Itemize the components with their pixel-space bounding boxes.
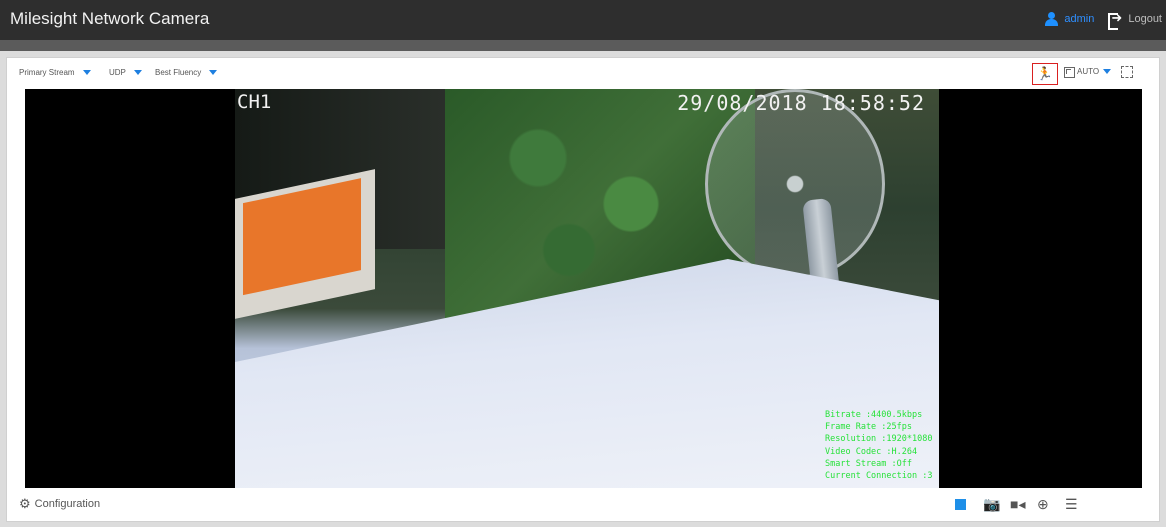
osd-channel: CH1 <box>237 91 272 113</box>
chevron-down-icon <box>133 70 142 75</box>
ratio-select[interactable]: AUTO <box>1077 67 1112 76</box>
gear-icon: ⚙ <box>19 496 31 511</box>
fullscreen-icon[interactable] <box>1121 66 1133 78</box>
motion-detection-button[interactable]: 🏃 <box>1032 63 1058 85</box>
configuration-label: Configuration <box>34 498 101 510</box>
user-link[interactable]: admin <box>1064 13 1094 25</box>
nav-strip <box>0 40 1166 51</box>
osd-stat-line: Video Codec :H.264 <box>825 446 918 457</box>
user-icon <box>1045 12 1059 26</box>
scene-fan <box>705 89 885 279</box>
protocol-select[interactable]: UDP <box>109 68 142 77</box>
osd-stat-line: Current Connection :3 <box>825 471 933 482</box>
osd-stat-line: Bitrate :4400.5kbps <box>825 410 923 420</box>
protocol-select-label: UDP <box>109 68 126 77</box>
live-view-toolbar: Primary Stream UDP Best Fluency 🏃 AUTO <box>7 58 1159 88</box>
video-player[interactable]: CH1 29/08/2018 18:58:52 Bitrate :4400.5k… <box>25 89 1142 488</box>
stream-select[interactable]: Primary Stream <box>19 68 91 77</box>
chevron-down-icon <box>82 70 91 75</box>
stream-select-label: Primary Stream <box>19 68 75 77</box>
image-settings-icon[interactable]: ☰ <box>1065 496 1078 513</box>
logout-link[interactable]: Logout <box>1128 13 1162 25</box>
live-view-bottom-bar: ⚙ Configuration 📷 ■◂ ⊕ ☰ <box>7 490 1159 522</box>
osd-timestamp: 29/08/2018 18:58:52 <box>677 91 925 115</box>
fluency-select[interactable]: Best Fluency <box>155 68 218 77</box>
fluency-select-label: Best Fluency <box>155 68 202 77</box>
zoom-in-icon[interactable]: ⊕ <box>1037 496 1049 513</box>
live-view-panel: Primary Stream UDP Best Fluency 🏃 AUTO C… <box>6 57 1160 522</box>
record-icon[interactable]: ■◂ <box>1010 496 1025 513</box>
osd-stat-line: Smart Stream :Off <box>825 458 912 469</box>
top-bar: Milesight Network Camera admin Logout <box>0 0 1166 40</box>
scene-monitor-screen <box>243 178 361 296</box>
running-man-icon: 🏃 <box>1036 66 1054 81</box>
configuration-button[interactable]: ⚙ Configuration <box>19 496 100 512</box>
osd-stat-line: Frame Rate :25fps <box>825 422 912 433</box>
app-title: Milesight Network Camera <box>10 9 210 28</box>
logout-icon[interactable] <box>1108 10 1122 30</box>
chevron-down-icon <box>1103 69 1112 74</box>
aspect-ratio-icon[interactable] <box>1064 67 1075 78</box>
user-area: admin Logout <box>1045 10 1162 30</box>
camera-frame: CH1 29/08/2018 18:58:52 Bitrate :4400.5k… <box>235 89 939 488</box>
ratio-select-label: AUTO <box>1077 67 1100 76</box>
chevron-down-icon <box>209 70 218 75</box>
snapshot-icon[interactable]: 📷 <box>983 496 1000 513</box>
stop-icon[interactable] <box>955 499 966 510</box>
osd-stream-stats: Bitrate :4400.5kbps Frame Rate :25fps Re… <box>825 409 932 482</box>
osd-stat-line: Resolution :1920*1080 <box>825 434 933 445</box>
